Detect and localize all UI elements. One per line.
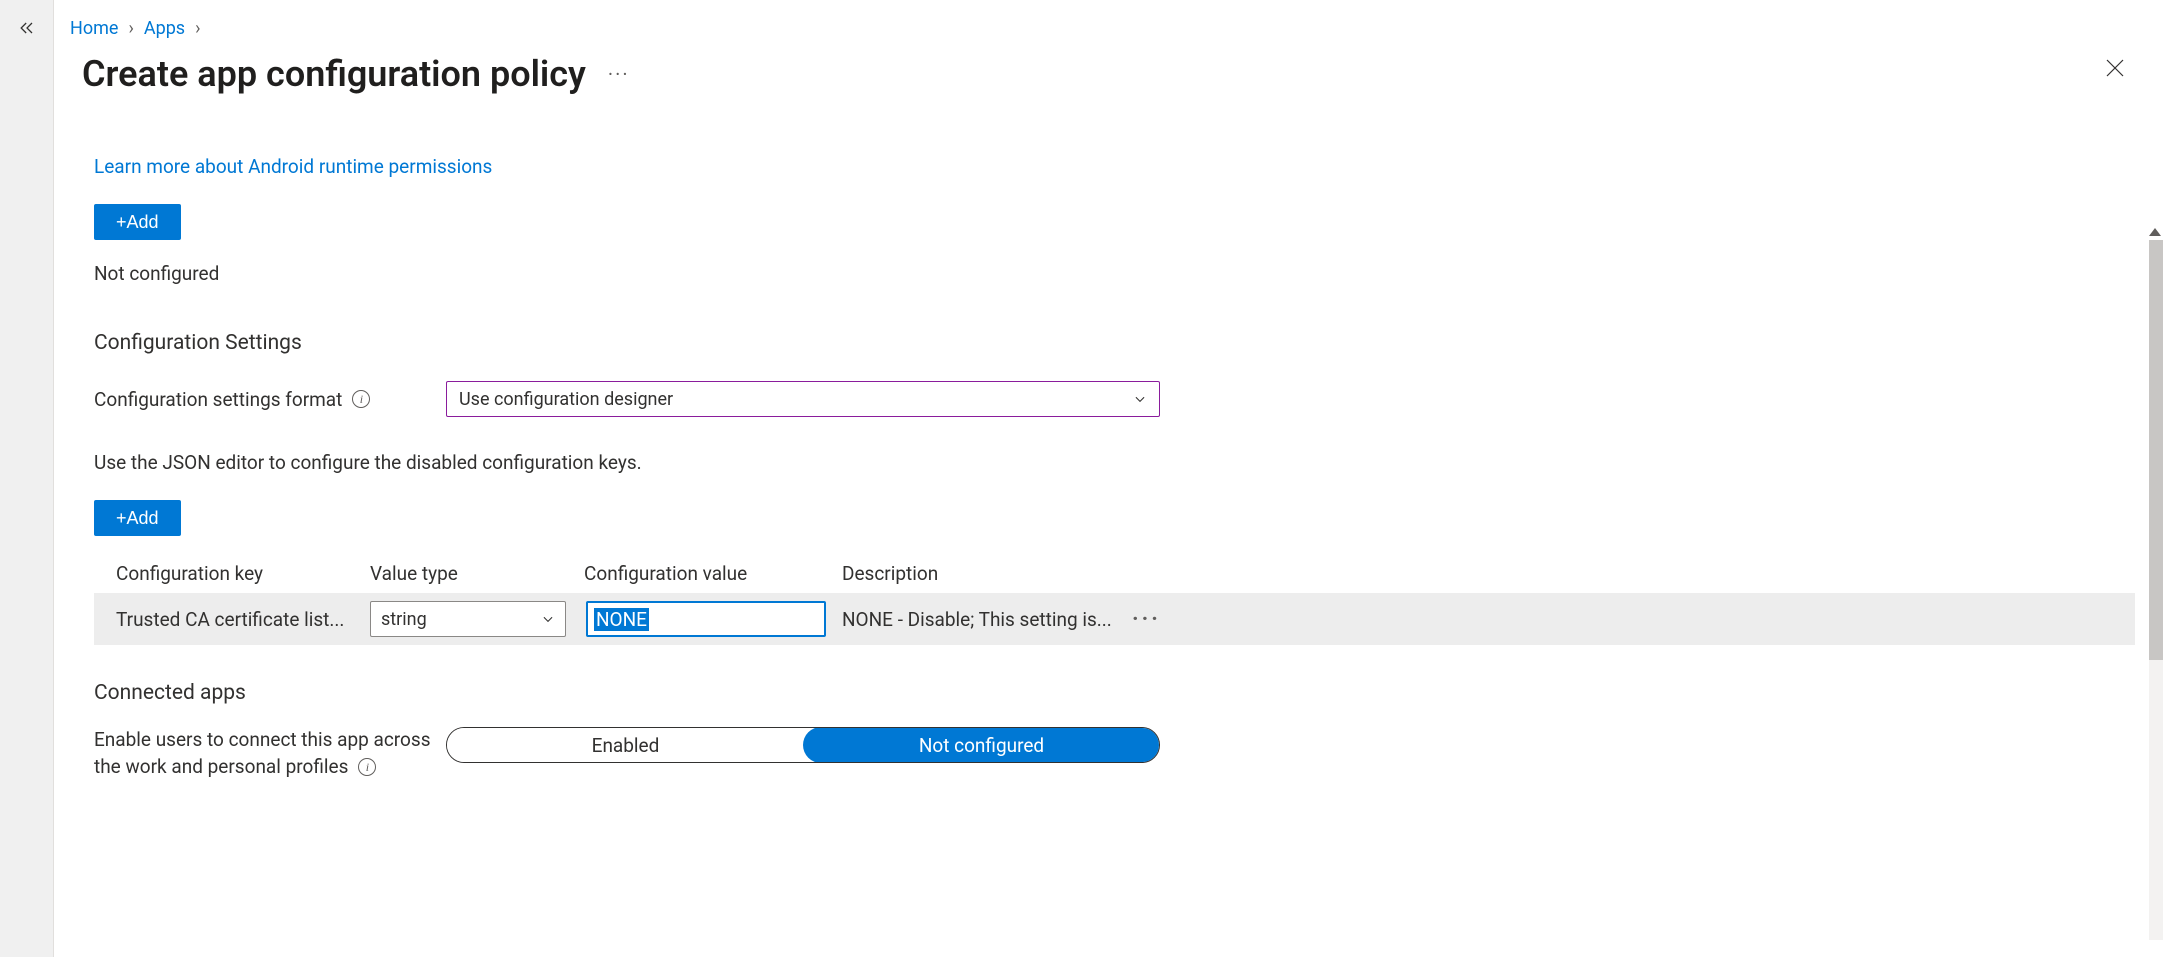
info-icon[interactable]: i <box>358 758 376 776</box>
toggle-enabled[interactable]: Enabled <box>447 728 804 762</box>
breadcrumb-apps[interactable]: Apps <box>144 18 185 39</box>
th-value-type: Value type <box>370 562 584 585</box>
scrollbar-vertical[interactable] <box>2149 240 2163 940</box>
th-config-key: Configuration key <box>116 562 370 585</box>
th-description: Description <box>842 562 1132 585</box>
config-table-header: Configuration key Value type Configurati… <box>94 554 2135 593</box>
table-row: Trusted CA certificate list... string NO… <box>94 593 2135 645</box>
row-more-icon[interactable]: ··· <box>1132 607 1161 632</box>
learn-more-link[interactable]: Learn more about Android runtime permiss… <box>94 155 492 178</box>
chevron-right-icon: › <box>195 18 200 39</box>
info-icon[interactable]: i <box>352 390 370 408</box>
value-type-select[interactable]: string <box>370 601 566 637</box>
chevron-right-icon: › <box>128 18 133 39</box>
json-helper-text: Use the JSON editor to configure the dis… <box>94 451 2135 474</box>
breadcrumb-home[interactable]: Home <box>70 18 118 39</box>
breadcrumb: Home › Apps › <box>70 18 2135 39</box>
add-permission-button[interactable]: +Add <box>94 204 181 240</box>
more-actions-icon[interactable]: ··· <box>608 62 630 86</box>
permissions-status: Not configured <box>94 262 2135 285</box>
section-configuration-settings: Configuration Settings <box>94 331 2135 355</box>
connected-apps-label-2: the work and personal profiles <box>94 754 348 781</box>
config-value-text: NONE <box>594 608 649 631</box>
collapse-rail-icon[interactable] <box>17 22 37 43</box>
toggle-not-configured[interactable]: Not configured <box>803 727 1160 763</box>
side-rail <box>0 0 54 957</box>
config-value-input[interactable]: NONE <box>586 601 826 637</box>
cell-config-key: Trusted CA certificate list... <box>116 608 370 631</box>
close-button[interactable] <box>2103 56 2127 85</box>
page-title: Create app configuration policy <box>82 53 586 95</box>
format-label: Configuration settings format <box>94 388 342 411</box>
section-connected-apps: Connected apps <box>94 681 2135 705</box>
value-type-value: string <box>381 609 427 630</box>
scrollbar-thumb[interactable] <box>2149 240 2163 660</box>
add-config-key-button[interactable]: +Add <box>94 500 181 536</box>
connected-apps-label: Enable users to connect this app across <box>94 728 431 751</box>
connected-apps-toggle[interactable]: Enabled Not configured <box>446 727 1160 763</box>
scroll-up-icon[interactable] <box>2149 228 2161 236</box>
th-config-value: Configuration value <box>584 562 842 585</box>
main-panel: Home › Apps › Create app configuration p… <box>54 0 2163 957</box>
chevron-down-icon <box>1133 392 1147 406</box>
cell-description: NONE - Disable; This setting is... <box>842 608 1132 631</box>
chevron-down-icon <box>541 612 555 626</box>
format-dropdown-value: Use configuration designer <box>459 389 673 410</box>
format-dropdown[interactable]: Use configuration designer <box>446 381 1160 417</box>
